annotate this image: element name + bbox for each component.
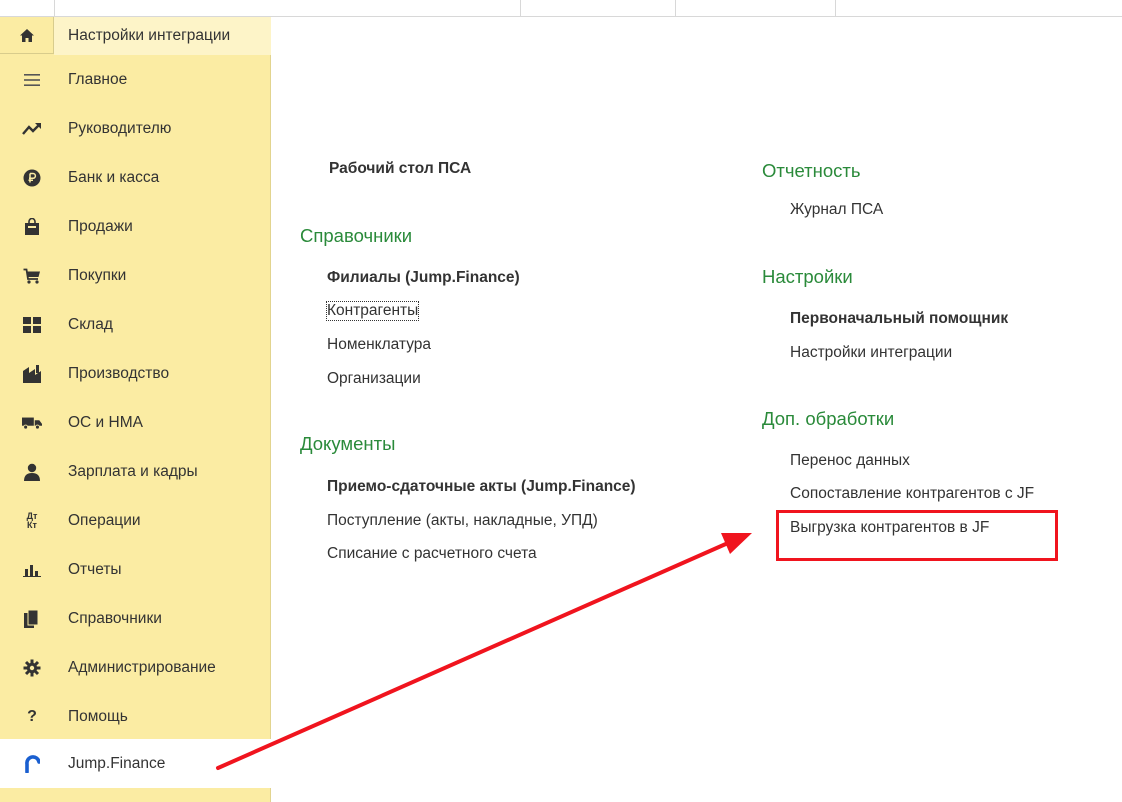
bank-writeoff-link[interactable]: Списание с расчетного счета [327, 545, 537, 563]
data-transfer-link[interactable]: Перенос данных [790, 452, 910, 470]
sidebar-item-salary[interactable]: Зарплата и кадры [0, 447, 271, 496]
sidebar-item-reports[interactable]: Отчеты [0, 545, 271, 594]
debit-credit-text: Дт Кт [26, 510, 38, 530]
organizations-link[interactable]: Организации [327, 370, 421, 388]
truck-icon [22, 413, 42, 433]
sidebar-item-administration[interactable]: Администрирование [0, 643, 271, 692]
bar-chart-icon [22, 560, 42, 580]
sidebar-item-sales[interactable]: Продажи [0, 202, 271, 251]
counterparty-matching-link[interactable]: Сопоставление контрагентов с JF [790, 485, 1034, 503]
receipts-link[interactable]: Поступление (акты, накладные, УПД) [327, 512, 598, 530]
acceptance-acts-link[interactable]: Приемо-сдаточные акты (Jump.Finance) [327, 478, 636, 496]
books-icon [22, 609, 42, 629]
sidebar-item-label: Главное [68, 70, 128, 88]
sidebar-item-jump-finance[interactable]: Jump.Finance [0, 739, 272, 788]
warehouse-grid-icon [22, 315, 42, 335]
psa-journal-link[interactable]: Журнал ПСА [790, 201, 883, 219]
home-button[interactable] [0, 17, 54, 54]
sidebar-item-label: Банк и касса [68, 168, 160, 186]
sidebar-item-label: Справочники [68, 609, 162, 627]
sidebar-item-label: Производство [68, 364, 170, 382]
menu-lines-icon [22, 70, 42, 90]
sidebar-item-label: Склад [68, 315, 113, 333]
documents-section-title: Документы [300, 433, 396, 454]
shopping-bag-icon [22, 217, 42, 237]
sidebar-item-fixed-assets[interactable]: ОС и НМА [0, 398, 271, 447]
sidebar-item-label: Администрирование [68, 658, 216, 676]
home-icon [19, 29, 34, 42]
sidebar-item-purchases[interactable]: Покупки [0, 251, 271, 300]
initial-assistant-link[interactable]: Первоначальный помощник [790, 310, 1008, 328]
sidebar-item-help[interactable]: ? Помощь [0, 692, 271, 741]
sidebar-top-row: Настройки интеграции [0, 17, 271, 55]
nomenclature-link[interactable]: Номенклатура [327, 336, 431, 354]
sidebar-item-bank[interactable]: Банк и касса [0, 153, 271, 202]
jump-finance-logo-icon [22, 754, 42, 774]
ruble-coin-icon [22, 168, 42, 188]
counterparty-export-link[interactable]: Выгрузка контрагентов в JF [790, 519, 989, 537]
factory-icon [22, 364, 42, 384]
directories-section-title: Справочники [300, 225, 413, 246]
sidebar-item-label: Покупки [68, 266, 127, 284]
main-content: Рабочий стол ПСА Справочники Филиалы (Ju… [272, 18, 1122, 802]
gear-icon [22, 658, 42, 678]
settings-section-title: Настройки [762, 266, 853, 287]
trend-chart-icon [22, 119, 42, 139]
sidebar: Настройки интеграции Главное Руководител… [0, 17, 272, 802]
desktop-psa-link[interactable]: Рабочий стол ПСА [329, 160, 471, 178]
integration-settings-link[interactable]: Настройки интеграции [790, 344, 952, 362]
sidebar-item-label: Зарплата и кадры [68, 462, 198, 480]
question-icon: ? [22, 707, 42, 727]
sidebar-item-manager[interactable]: Руководителю [0, 104, 271, 153]
reports-section-title: Отчетность [762, 160, 861, 181]
sidebar-item-label: Отчеты [68, 560, 122, 578]
debit-credit-icon: Дт Кт [22, 511, 42, 531]
sidebar-item-label: Помощь [68, 707, 128, 725]
sidebar-item-label: Руководителю [68, 119, 172, 137]
top-tab-strip [0, 0, 1122, 17]
shopping-cart-icon [22, 266, 42, 286]
sidebar-item-label: ОС и НМА [68, 413, 143, 431]
sidebar-item-directories[interactable]: Справочники [0, 594, 271, 643]
sidebar-item-label: Операции [68, 511, 141, 529]
counterparties-link[interactable]: Контрагенты [325, 301, 420, 321]
sidebar-item-production[interactable]: Производство [0, 349, 271, 398]
sidebar-item-main[interactable]: Главное [0, 55, 271, 104]
sidebar-item-label: Продажи [68, 217, 133, 235]
tab-label: Настройки интеграции [68, 27, 231, 44]
question-mark: ? [27, 707, 37, 725]
tab-integration-settings[interactable]: Настройки интеграции [54, 17, 271, 55]
branches-link[interactable]: Филиалы (Jump.Finance) [327, 269, 520, 287]
sidebar-item-label: Jump.Finance [68, 754, 166, 772]
extra-processing-section-title: Доп. обработки [762, 408, 895, 429]
sidebar-item-operations[interactable]: Дт Кт Операции [0, 496, 271, 545]
person-icon [22, 462, 42, 482]
sidebar-item-warehouse[interactable]: Склад [0, 300, 271, 349]
